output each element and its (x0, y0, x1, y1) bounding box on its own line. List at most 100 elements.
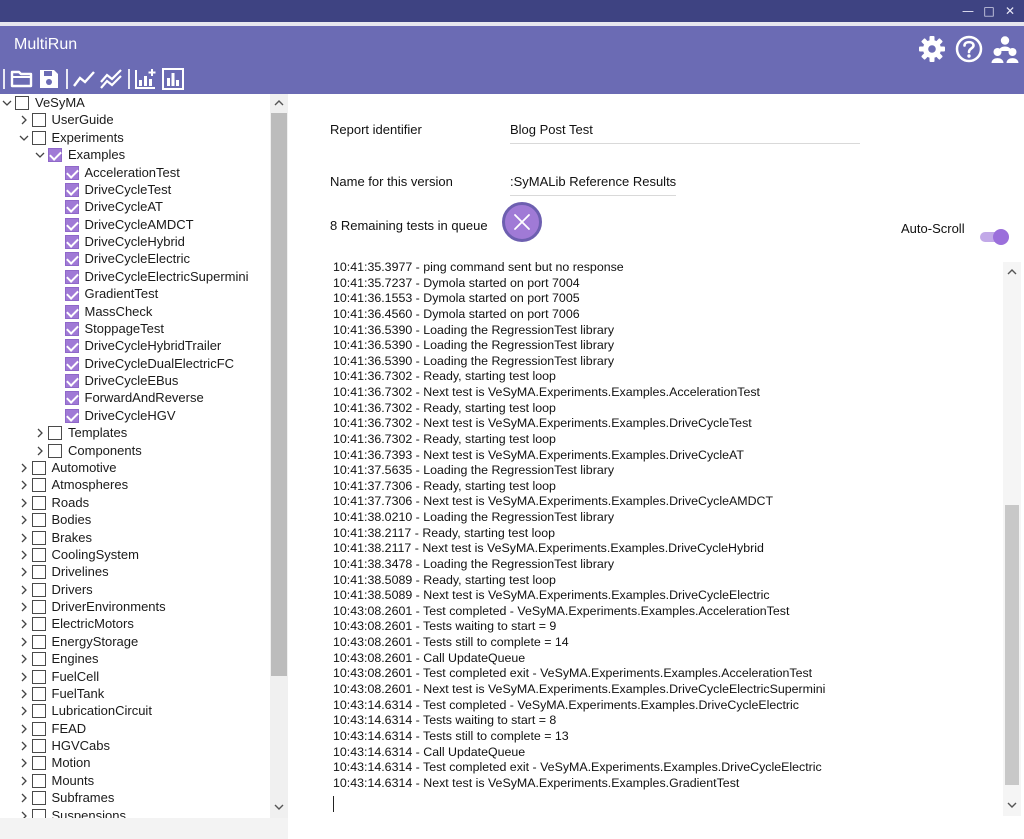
chevron-right-icon[interactable] (19, 462, 29, 474)
tree-item[interactable]: AccelerationTest (0, 165, 270, 182)
log-output[interactable]: 10:41:35.3977 - ping command sent but no… (327, 260, 1009, 810)
tree-checkbox[interactable] (31, 478, 46, 493)
chevron-down-icon[interactable] (2, 97, 12, 109)
line-chart-icon[interactable] (72, 67, 96, 91)
save-icon[interactable] (37, 67, 61, 91)
chevron-right-icon[interactable] (19, 688, 29, 700)
tree-checkbox[interactable] (48, 148, 62, 163)
tree-checkbox[interactable] (64, 182, 79, 197)
tree-item[interactable]: Subframes (0, 790, 270, 807)
chevron-right-icon[interactable] (19, 723, 29, 735)
tree-checkbox[interactable] (31, 495, 46, 510)
tree-item[interactable]: Components (0, 443, 270, 460)
tree-item[interactable]: MassCheck (0, 304, 270, 321)
chevron-right-icon[interactable] (35, 427, 45, 439)
tree-checkbox[interactable] (64, 408, 79, 423)
tree-item[interactable]: UserGuide (0, 112, 270, 129)
tree-checkbox[interactable] (64, 165, 79, 180)
tree-item[interactable]: Automotive (0, 460, 270, 477)
tree-checkbox[interactable] (31, 669, 46, 684)
chevron-right-icon[interactable] (19, 775, 29, 787)
add-chart-icon[interactable] (134, 67, 158, 91)
tree-item[interactable]: HGVCabs (0, 738, 270, 755)
tree-checkbox[interactable] (64, 391, 79, 406)
tree-scrollbar-thumb[interactable] (271, 113, 287, 676)
tree-checkbox[interactable] (31, 704, 46, 719)
tree-checkbox[interactable] (31, 547, 46, 562)
tree-item[interactable]: DriveCycleDualElectricFC (0, 356, 270, 373)
tree-item[interactable]: Experiments (0, 130, 270, 147)
tree-item[interactable]: DriveCycleElectric (0, 251, 270, 268)
tree-item[interactable]: Atmospheres (0, 477, 270, 494)
tree-item[interactable]: DriveCycleHybridTrailer (0, 338, 270, 355)
tree-item[interactable]: FuelTank (0, 686, 270, 703)
users-icon[interactable] (990, 34, 1020, 64)
tree-checkbox[interactable] (64, 321, 79, 336)
tree-checkbox[interactable] (31, 530, 46, 545)
tree-item[interactable]: Brakes (0, 530, 270, 547)
tree-item[interactable]: Bodies (0, 512, 270, 529)
tree-checkbox[interactable] (31, 808, 46, 818)
chevron-right-icon[interactable] (19, 479, 29, 491)
tree-checkbox[interactable] (31, 460, 46, 475)
tree-checkbox[interactable] (64, 200, 79, 215)
tree-item[interactable]: DriverEnvironments (0, 599, 270, 616)
maximize-button[interactable]: □ (981, 3, 997, 19)
chevron-right-icon[interactable] (19, 671, 29, 683)
tree-checkbox[interactable] (64, 217, 79, 232)
tree-checkbox[interactable] (48, 426, 62, 441)
tree-item[interactable]: DriveCycleHybrid (0, 234, 270, 251)
chevron-down-icon[interactable] (19, 132, 29, 144)
chevron-right-icon[interactable] (19, 601, 29, 613)
tree-item[interactable]: FuelCell (0, 669, 270, 686)
chevron-right-icon[interactable] (19, 514, 29, 526)
help-icon[interactable] (954, 34, 984, 64)
tree-item[interactable]: StoppageTest (0, 321, 270, 338)
tree-checkbox[interactable] (64, 269, 79, 284)
chevron-right-icon[interactable] (19, 740, 29, 752)
tree-item[interactable]: Drivers (0, 582, 270, 599)
chevron-right-icon[interactable] (19, 497, 29, 509)
tree-checkbox[interactable] (31, 600, 46, 615)
tree-item[interactable]: ForwardAndReverse (0, 390, 270, 407)
tree-checkbox[interactable] (31, 721, 46, 736)
chevron-right-icon[interactable] (19, 792, 29, 804)
tree-item[interactable]: DriveCycleAMDCT (0, 217, 270, 234)
chevron-down-icon[interactable] (35, 149, 45, 161)
tree-item[interactable]: DriveCycleHGV (0, 408, 270, 425)
tree-checkbox[interactable] (31, 565, 46, 580)
report-identifier-input[interactable]: Blog Post Test (510, 120, 860, 144)
chevron-right-icon[interactable] (19, 636, 29, 648)
tree-checkbox[interactable] (64, 356, 79, 371)
tree-item[interactable]: GradientTest (0, 286, 270, 303)
tree-item[interactable]: Examples (0, 147, 270, 164)
chevron-right-icon[interactable] (19, 653, 29, 665)
tree-item[interactable]: CoolingSystem (0, 547, 270, 564)
tree-checkbox[interactable] (31, 756, 46, 771)
tree-item[interactable]: ElectricMotors (0, 616, 270, 633)
tree-checkbox[interactable] (64, 339, 79, 354)
tree-item[interactable]: Motion (0, 755, 270, 772)
tree-checkbox[interactable] (31, 113, 46, 128)
tree-item[interactable]: Templates (0, 425, 270, 442)
gear-icon[interactable] (917, 34, 947, 64)
tree-checkbox[interactable] (64, 374, 79, 389)
tree-item[interactable]: Mounts (0, 773, 270, 790)
scroll-down-icon[interactable] (273, 802, 285, 812)
tree-item[interactable]: DriveCycleTest (0, 182, 270, 199)
multi-line-chart-icon[interactable] (99, 67, 123, 91)
tree-checkbox[interactable] (64, 252, 79, 267)
tree-item[interactable]: VeSyMA (0, 95, 270, 112)
chevron-right-icon[interactable] (19, 114, 29, 126)
chevron-right-icon[interactable] (35, 445, 45, 457)
tree-item[interactable]: DriveCycleAT (0, 199, 270, 216)
tree-checkbox[interactable] (31, 791, 46, 806)
scroll-up-icon[interactable] (273, 98, 285, 108)
tree-checkbox[interactable] (64, 287, 79, 302)
tree-item[interactable]: FEAD (0, 721, 270, 738)
tree-checkbox[interactable] (31, 617, 46, 632)
version-name-input[interactable]: :SyMALib Reference Results (510, 172, 676, 196)
chevron-right-icon[interactable] (19, 810, 29, 818)
tree-item[interactable]: LubricationCircuit (0, 703, 270, 720)
tree-checkbox[interactable] (31, 582, 46, 597)
